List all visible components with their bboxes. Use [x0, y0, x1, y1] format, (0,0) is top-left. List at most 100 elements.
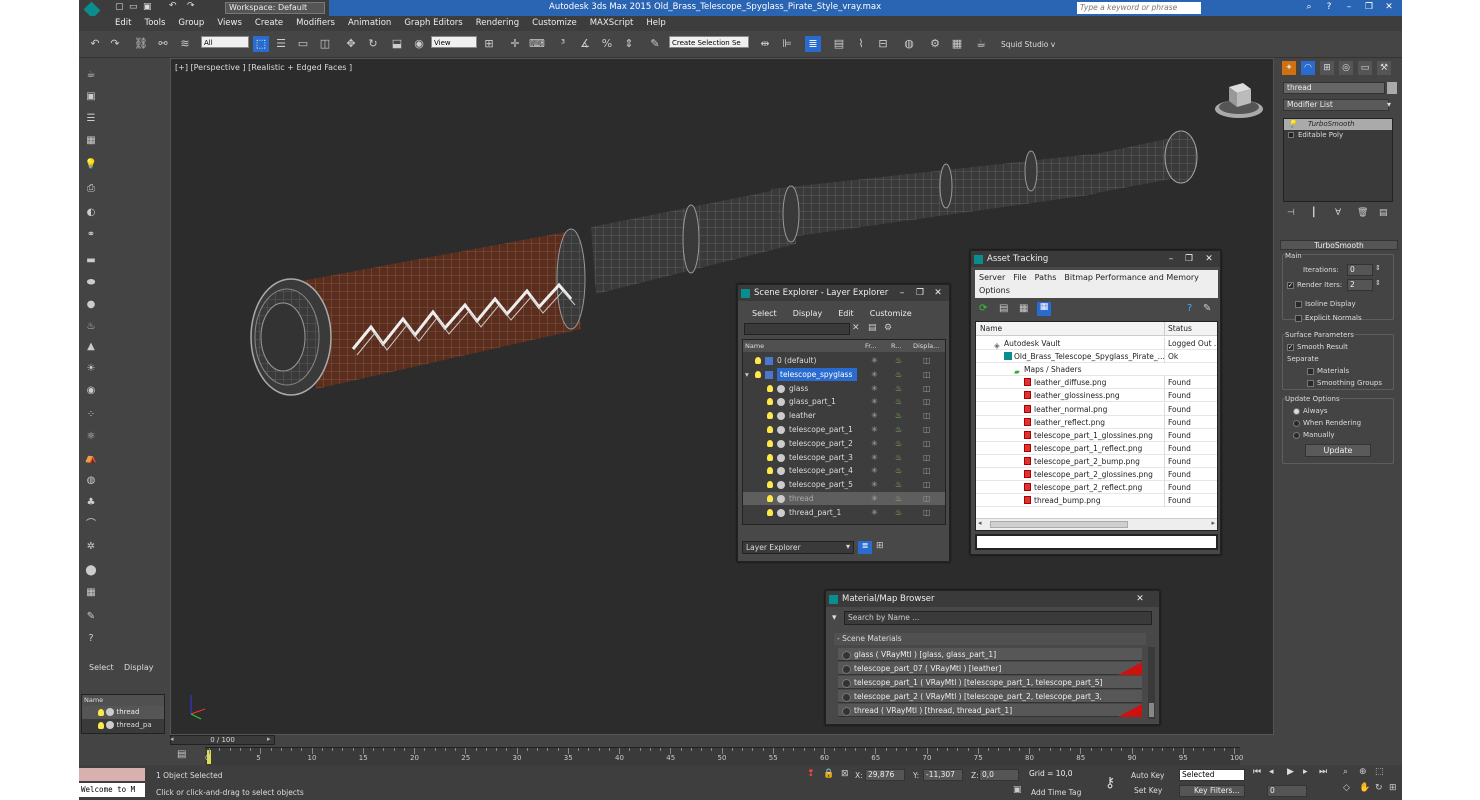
- select-by-name-icon[interactable]: ☰: [273, 36, 289, 52]
- menu-item-create[interactable]: Create: [255, 16, 283, 31]
- cloth-icon[interactable]: ✲: [83, 540, 99, 554]
- utilities-tab-icon[interactable]: ⚒: [1377, 61, 1391, 75]
- zoom-extents-icon[interactable]: ⬚: [1375, 767, 1384, 777]
- render-icon[interactable]: ☕: [973, 36, 989, 52]
- display-icon[interactable]: ◫: [923, 368, 931, 381]
- menu-item-customize[interactable]: Customize: [532, 16, 577, 31]
- list-view-icon[interactable]: ▤: [999, 303, 1008, 314]
- material-editor-icon[interactable]: ◍: [901, 36, 917, 52]
- help-icon[interactable]: ?: [1320, 1, 1338, 14]
- light-bulb-icon[interactable]: [767, 412, 773, 420]
- menu-item-file[interactable]: File: [1013, 271, 1026, 284]
- restore-icon[interactable]: ❐: [911, 285, 929, 301]
- chevron-down-icon[interactable]: ▾: [1387, 100, 1391, 109]
- asset-row[interactable]: telescope_part_1_reflect.png Found: [976, 441, 1217, 455]
- renderable-icon[interactable]: ♨: [895, 492, 902, 505]
- play-icon[interactable]: ▶: [1287, 767, 1294, 777]
- unlink-icon[interactable]: ⚯: [155, 36, 171, 52]
- display-icon[interactable]: ◫: [923, 464, 931, 477]
- freeze-icon[interactable]: ✳: [871, 368, 878, 381]
- pivot-icon[interactable]: ⊞: [481, 36, 497, 52]
- make-unique-icon[interactable]: ∀: [1335, 208, 1341, 218]
- viewcube-icon[interactable]: [1215, 83, 1263, 118]
- tree-row[interactable]: telescope_part_3 ✳ ♨ ◫: [743, 451, 945, 464]
- key-icon[interactable]: ⚷: [1105, 775, 1115, 791]
- asset-row[interactable]: ▰ Maps / Shaders: [976, 363, 1217, 377]
- schematic-view-icon[interactable]: ⊟: [875, 36, 891, 52]
- lightbulb-icon[interactable]: 💡: [1288, 119, 1297, 130]
- display-icon[interactable]: ◫: [923, 395, 931, 408]
- minimize-icon[interactable]: –: [893, 285, 911, 301]
- rollout-header[interactable]: TurboSmooth: [1280, 240, 1398, 250]
- search-input[interactable]: Type a keyword or phrase: [1077, 2, 1201, 14]
- display-icon[interactable]: ◫: [923, 409, 931, 422]
- freeze-icon[interactable]: ✳: [871, 492, 878, 505]
- freeze-icon[interactable]: ✳: [871, 506, 878, 519]
- calculator-icon[interactable]: ▦: [83, 586, 99, 600]
- open-file-icon[interactable]: ▭: [129, 2, 138, 12]
- menu-item-tools[interactable]: Tools: [144, 16, 165, 31]
- box-icon[interactable]: ⬬: [83, 276, 99, 290]
- edit-named-selection-icon[interactable]: ✎: [647, 36, 663, 52]
- menu-options[interactable]: Options: [979, 284, 1010, 297]
- renderable-icon[interactable]: ♨: [895, 395, 902, 408]
- asset-row[interactable]: ◈ Autodesk Vault Logged Out ...: [976, 337, 1217, 350]
- tree-row[interactable]: glass_part_1 ✳ ♨ ◫: [743, 395, 945, 408]
- menu-item-select[interactable]: Select: [752, 307, 777, 320]
- material-row[interactable]: thread ( VRayMtl ) [thread, thread_part_…: [838, 704, 1142, 717]
- renderable-icon[interactable]: ♨: [895, 382, 902, 395]
- column-display[interactable]: Displa...: [913, 340, 939, 352]
- asset-row[interactable]: telescope_part_1_glossines.png Found: [976, 428, 1217, 442]
- time-tag-icon[interactable]: ▣: [1013, 785, 1022, 795]
- curve-editor-icon[interactable]: ⌇: [853, 36, 869, 52]
- renderable-icon[interactable]: ♨: [895, 506, 902, 519]
- stack-item-turbosmooth[interactable]: 💡 TurboSmooth: [1284, 119, 1392, 130]
- material-search-input[interactable]: Search by Name ...: [844, 611, 1152, 625]
- render-iters-input[interactable]: 2: [1347, 279, 1373, 291]
- globe-icon[interactable]: ◍: [83, 474, 99, 488]
- menu-item-customize[interactable]: Customize: [870, 307, 912, 320]
- smooth-result-checkbox[interactable]: ✓ Smooth Result: [1287, 343, 1348, 351]
- menu-item-bitmap-performance-and-memory[interactable]: Bitmap Performance and Memory: [1064, 271, 1199, 284]
- asset-path-field[interactable]: [975, 534, 1218, 550]
- freeze-icon[interactable]: ✳: [871, 395, 878, 408]
- modify-tab-icon[interactable]: ◠: [1301, 61, 1315, 75]
- light-bulb-icon[interactable]: [767, 426, 773, 433]
- tab-display[interactable]: Display: [124, 663, 154, 672]
- light-bulb-icon[interactable]: [767, 481, 773, 489]
- scroll-right-icon[interactable]: ▸: [1211, 519, 1215, 527]
- restore-icon[interactable]: ❐: [1180, 251, 1198, 267]
- camera-icon[interactable]: ⎙: [83, 182, 99, 196]
- percent-snap-icon[interactable]: %: [599, 36, 615, 52]
- menu-item-display[interactable]: Display: [793, 307, 823, 320]
- plane-icon[interactable]: ▬: [83, 254, 99, 268]
- display-icon[interactable]: ◫: [923, 437, 931, 450]
- material-row[interactable]: telescope_part_1 ( VRayMtl ) [telescope_…: [838, 676, 1142, 689]
- tree-row[interactable]: telescope_part_1 ✳ ♨ ◫: [743, 423, 945, 436]
- move-icon[interactable]: ✥: [343, 36, 359, 52]
- align-icon[interactable]: ⊫: [779, 36, 795, 52]
- options-icon[interactable]: ✎: [1203, 303, 1211, 314]
- vertical-scrollbar[interactable]: [1148, 647, 1155, 719]
- light-bulb-icon[interactable]: [767, 398, 773, 406]
- rectangular-selection-icon[interactable]: ▭: [295, 36, 311, 52]
- goto-start-icon[interactable]: ⏮: [1253, 767, 1261, 777]
- goto-end-icon[interactable]: ⏭: [1319, 767, 1327, 777]
- prev-frame-icon[interactable]: ◂: [1269, 767, 1274, 777]
- scale-icon[interactable]: ⬓: [389, 36, 405, 52]
- undo-icon[interactable]: ↶: [169, 1, 177, 11]
- lock-icon[interactable]: 🔒: [823, 769, 834, 779]
- asset-row[interactable]: telescope_part_2_bump.png Found: [976, 454, 1217, 468]
- angle-snap-icon[interactable]: ∡: [577, 36, 593, 52]
- menu-item-graph-editors[interactable]: Graph Editors: [404, 16, 462, 31]
- material-row[interactable]: telescope_part_07 ( VRayMtl ) [leather]: [838, 662, 1142, 675]
- asset-row[interactable]: leather_diffuse.png Found: [976, 376, 1217, 390]
- tree-row[interactable]: 0 (default) ✳ ♨ ◫: [743, 354, 945, 367]
- create-tab-icon[interactable]: ✦: [1282, 61, 1296, 75]
- select-object-icon[interactable]: ⬚: [253, 36, 269, 52]
- snap-3d-icon[interactable]: ³: [555, 36, 571, 52]
- tree-row[interactable]: glass ✳ ♨ ◫: [743, 382, 945, 395]
- minimize-icon[interactable]: –: [1162, 251, 1180, 267]
- auto-key-button[interactable]: Auto Key: [1131, 771, 1164, 780]
- renderable-icon[interactable]: ♨: [895, 423, 902, 436]
